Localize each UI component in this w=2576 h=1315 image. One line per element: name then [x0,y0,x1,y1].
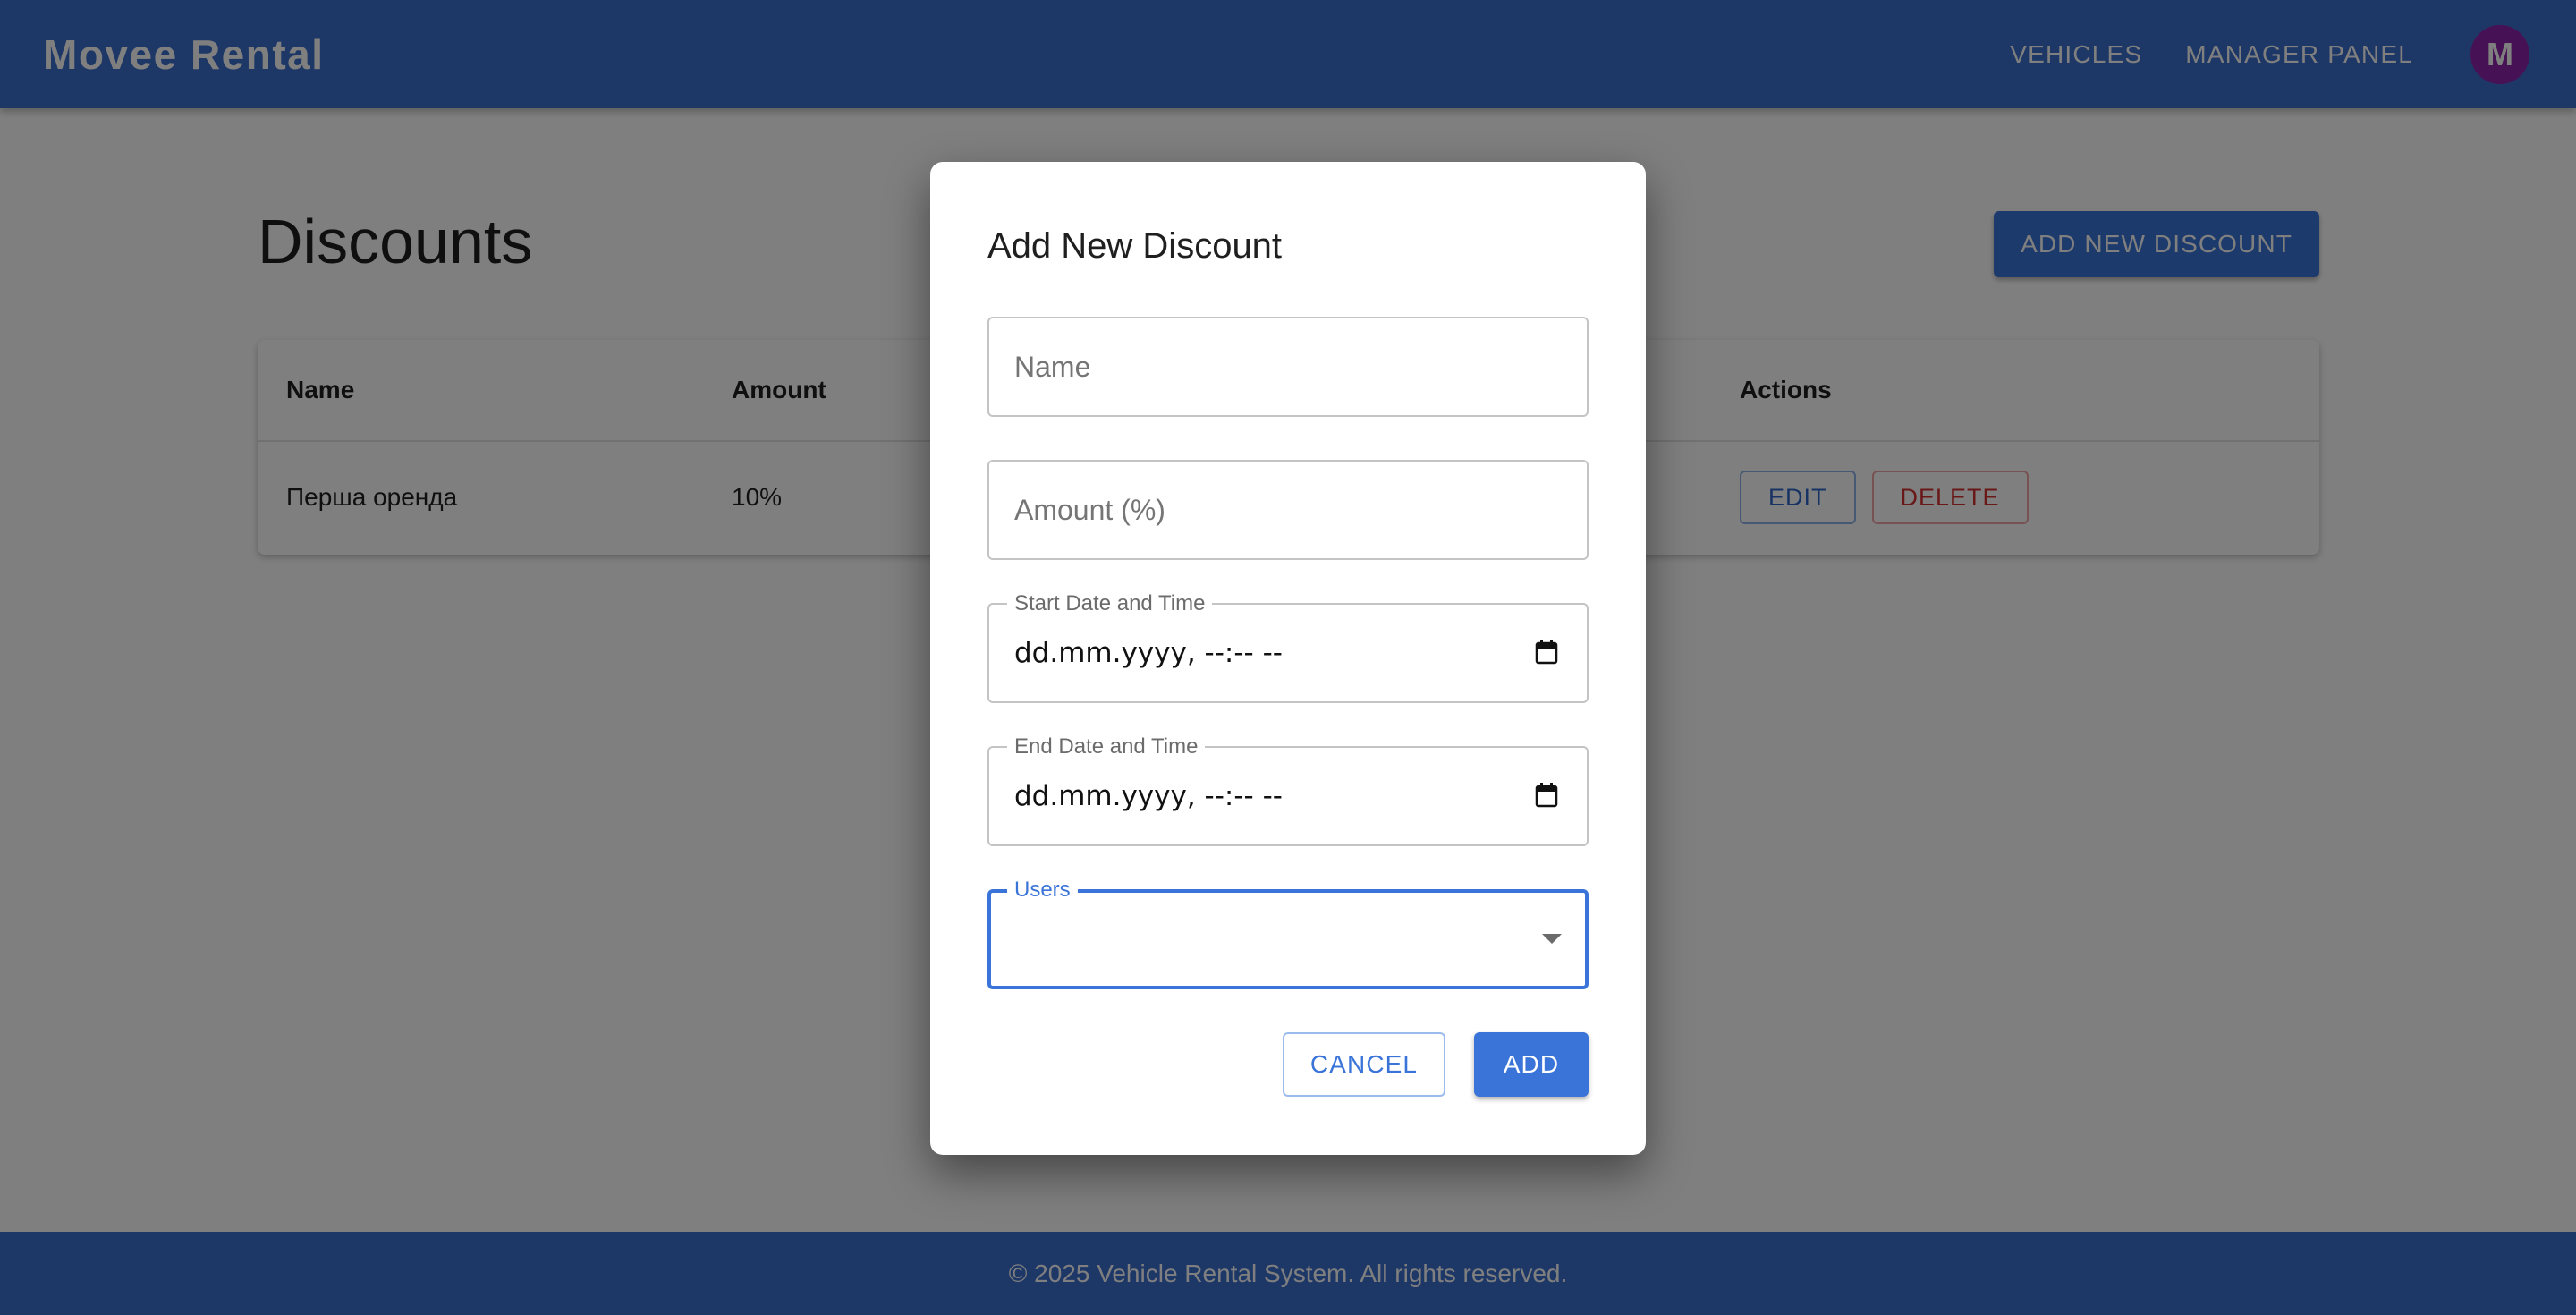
users-select[interactable]: Users [987,878,1589,989]
dropdown-arrow-icon[interactable] [1542,934,1562,944]
users-label: Users [1007,878,1078,902]
cancel-button[interactable]: CANCEL [1283,1032,1445,1097]
end-date-field[interactable]: End Date and Time dd.mm.yyyy, --:-- -- [987,735,1589,846]
start-date-field[interactable]: Start Date and Time dd.mm.yyyy, --:-- -- [987,592,1589,703]
add-discount-dialog: Add New Discount Start Date and Time dd.… [930,162,1646,1155]
start-date-value[interactable]: dd.mm.yyyy, --:-- -- [1014,605,1283,701]
add-button[interactable]: ADD [1474,1032,1589,1097]
end-date-value[interactable]: dd.mm.yyyy, --:-- -- [1014,748,1283,844]
amount-input[interactable] [989,462,1587,558]
calendar-icon[interactable] [1535,640,1558,665]
dialog-title: Add New Discount [987,226,1283,266]
calendar-icon[interactable] [1535,783,1558,808]
name-field [987,317,1589,417]
name-input[interactable] [989,318,1587,415]
amount-field [987,460,1589,560]
